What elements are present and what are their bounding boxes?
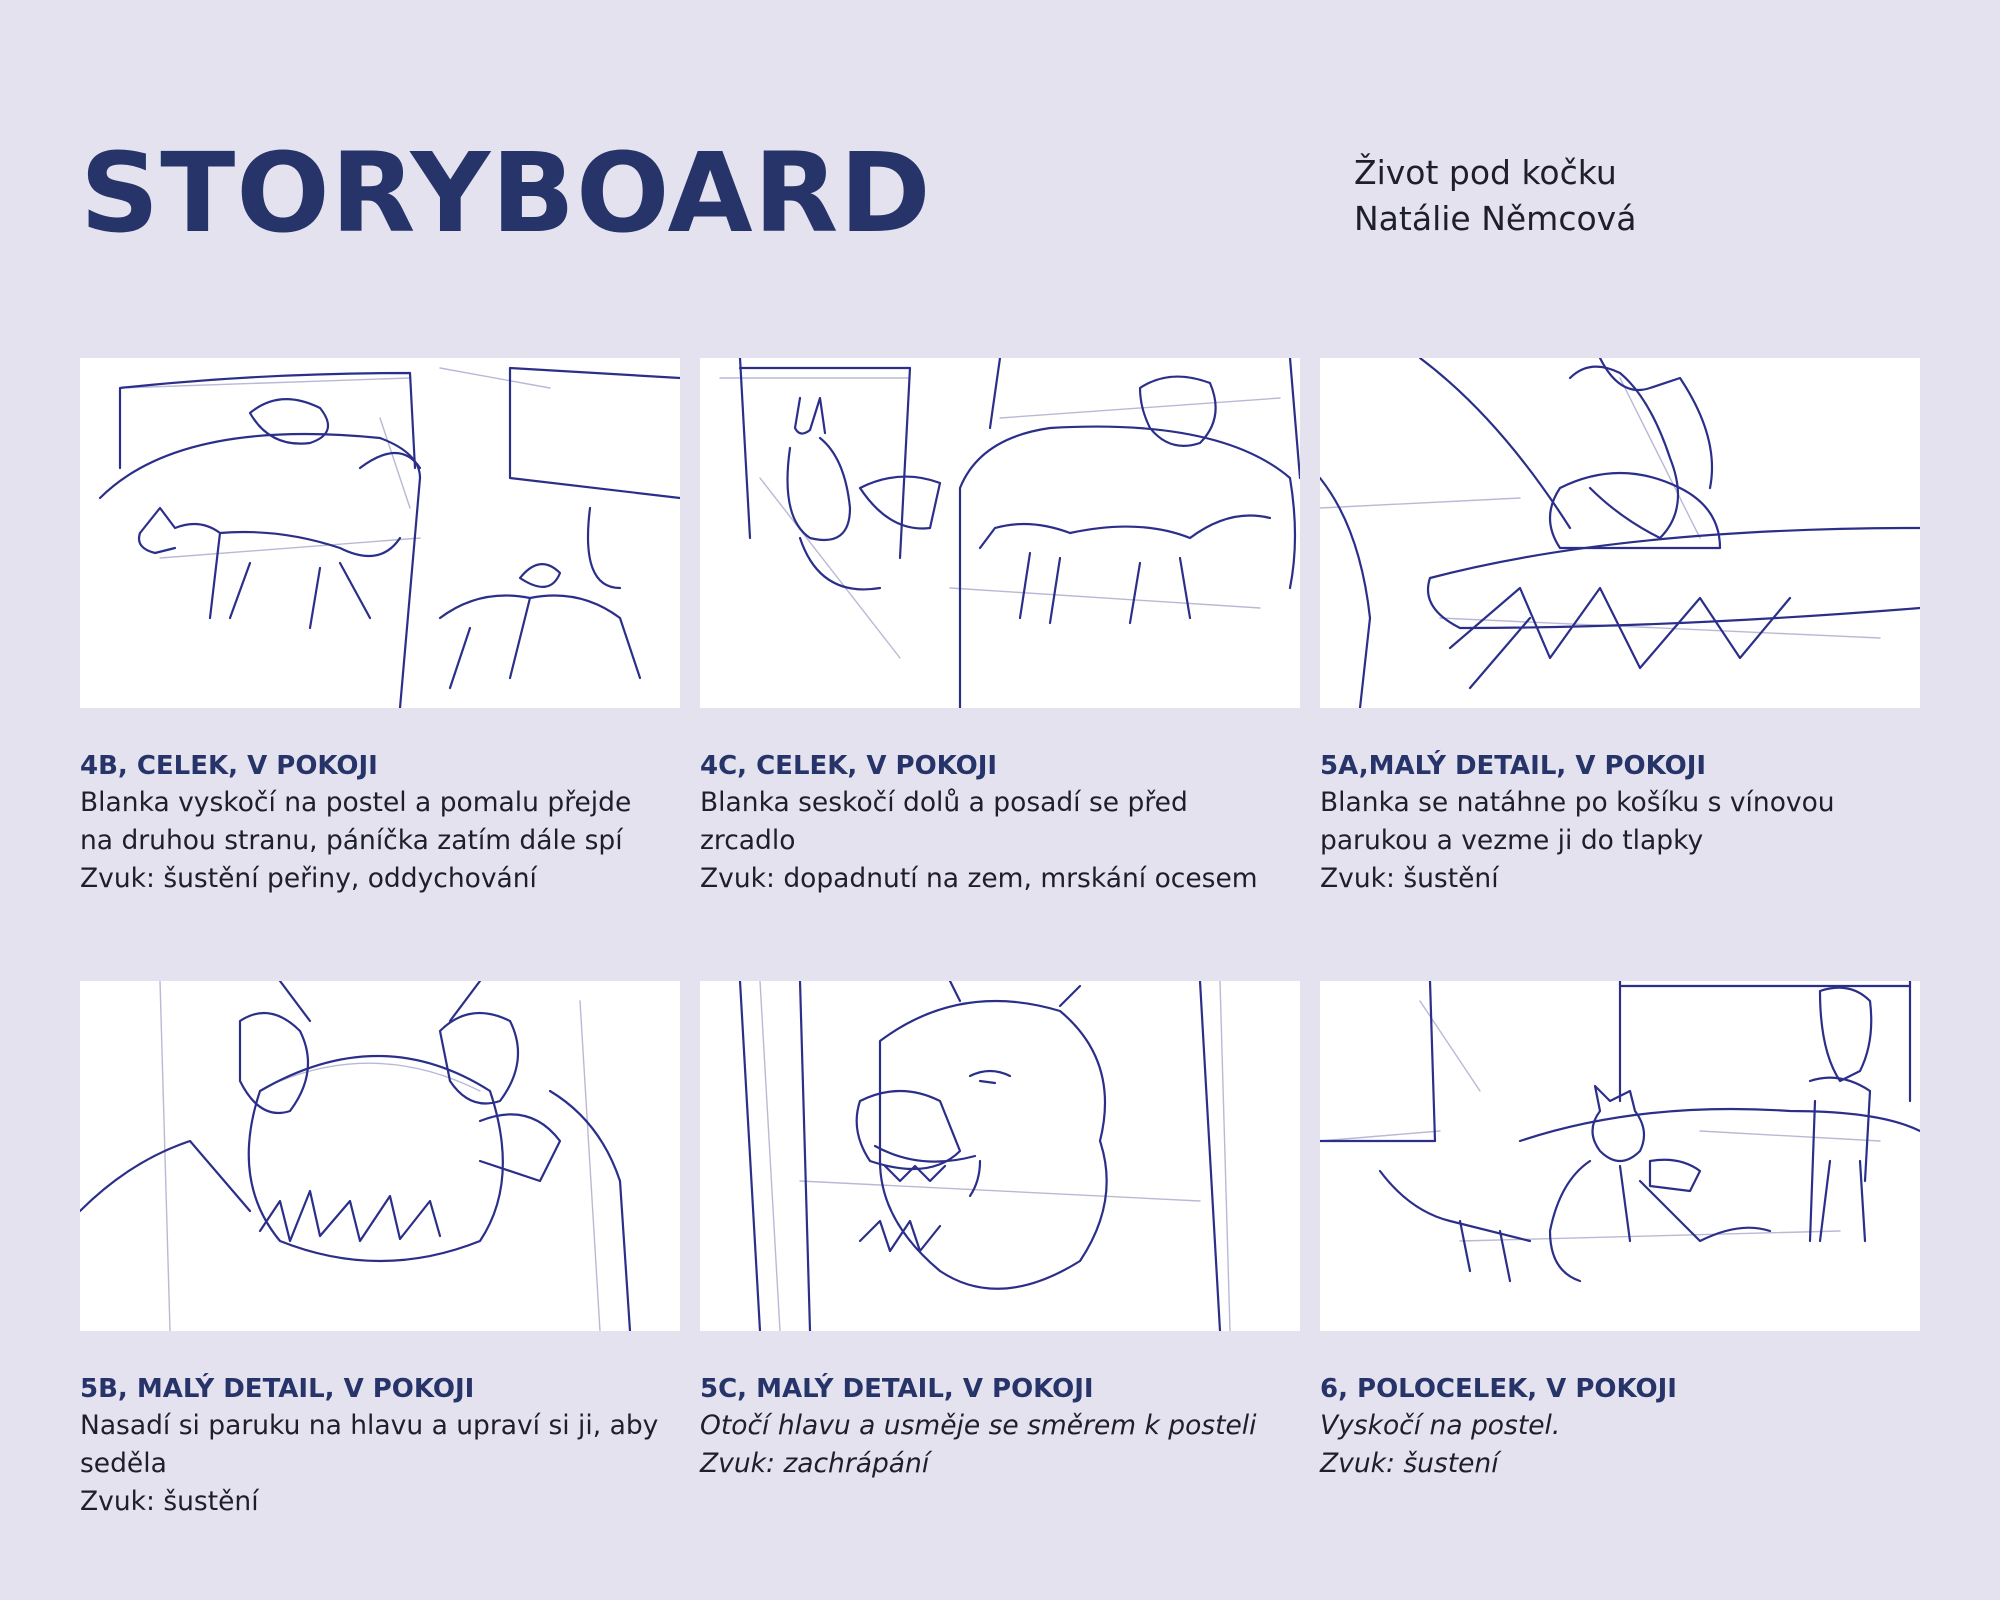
storyboard-panel-2: 4C, CELEK, V POKOJI Blanka seskočí dolů … (700, 358, 1300, 898)
sound-note: Zvuk: šustění peřiny, oddychování (80, 863, 537, 894)
sketch-frame (80, 358, 680, 708)
description-line: Blanka seskočí dolů a posadí se před (700, 787, 1188, 818)
shot-label: 5B, MALÝ DETAIL, V POKOJI (80, 1374, 475, 1404)
panel-description: Otočí hlavu a usměje se směrem k posteli… (700, 1407, 1300, 1483)
shot-label: 5A,MALÝ DETAIL, V POKOJI (1320, 751, 1707, 781)
shot-label: 4C, CELEK, V POKOJI (700, 751, 998, 781)
panel-description: Vyskočí na postel. Zvuk: šustení (1320, 1407, 1920, 1483)
sketch-frame (1320, 981, 1920, 1331)
sound-note: Zvuk: zachrápání (700, 1448, 930, 1479)
shot-label: 5C, MALÝ DETAIL, V POKOJI (700, 1374, 1094, 1404)
panel-description: Nasadí si paruku na hlavu a upraví si ji… (80, 1407, 680, 1521)
storyboard-panel-1: 4B, CELEK, V POKOJI Blanka vyskočí na po… (80, 358, 680, 898)
description-line: Vyskočí na postel. (1320, 1410, 1561, 1441)
sketch-frame (1320, 358, 1920, 708)
sketch-frame (700, 358, 1300, 708)
description-line: Blanka vyskočí na postel a pomalu přejde (80, 787, 632, 818)
description-line: parukou a vezme ji do tlapky (1320, 825, 1704, 856)
sketch-frame (80, 981, 680, 1331)
description-line: Otočí hlavu a usměje se směrem k posteli (700, 1410, 1257, 1441)
sketch-cat-wig-behind (80, 981, 632, 1331)
description-line: seděla (80, 1448, 167, 1479)
panel-description: Blanka se natáhne po košíku s vínovou pa… (1320, 784, 1920, 898)
sketch-cat-jump-bed (1320, 981, 1920, 1283)
storyboard-panel-6: 6, POLOCELEK, V POKOJI Vyskočí na postel… (1320, 981, 1920, 1483)
sketch-cat-on-bed (98, 366, 680, 708)
description-line: na druhou stranu, páníčka zatím dále spí (80, 825, 623, 856)
sketch-frame (700, 981, 1300, 1331)
description-line: Blanka se natáhne po košíku s vínovou (1320, 787, 1835, 818)
sound-note: Zvuk: šustění (1320, 863, 1499, 894)
sound-note: Zvuk: dopadnutí na zem, mrskání ocesem (700, 863, 1258, 894)
storyboard-panel-3: 5A,MALÝ DETAIL, V POKOJI Blanka se natáh… (1320, 358, 1920, 898)
shot-label: 4B, CELEK, V POKOJI (80, 751, 378, 781)
sound-note: Zvuk: šustění (80, 1486, 259, 1517)
meta-block: Život pod kočku Natálie Němcová (1354, 150, 1636, 242)
description-line: Nasadí si paruku na hlavu a upraví si ji… (80, 1410, 659, 1441)
description-line: zrcadlo (700, 825, 796, 856)
sketch-paw-basket (1320, 358, 1920, 708)
sketch-cat-face-smiling (738, 981, 1231, 1331)
panel-description: Blanka vyskočí na postel a pomalu přejde… (80, 784, 680, 898)
film-title: Život pod kočku (1354, 153, 1617, 192)
shot-label: 6, POLOCELEK, V POKOJI (1320, 1374, 1677, 1404)
storyboard-panel-5: 5C, MALÝ DETAIL, V POKOJI Otočí hlavu a … (700, 981, 1300, 1483)
sound-note: Zvuk: šustení (1320, 1448, 1499, 1479)
sketch-cat-before-mirror (719, 358, 1300, 708)
storyboard-panel-4: 5B, MALÝ DETAIL, V POKOJI Nasadí si paru… (80, 981, 680, 1521)
author-name: Natálie Němcová (1354, 199, 1637, 238)
panel-description: Blanka seskočí dolů a posadí se před zrc… (700, 784, 1300, 898)
page-title: STORYBOARD (80, 129, 932, 257)
